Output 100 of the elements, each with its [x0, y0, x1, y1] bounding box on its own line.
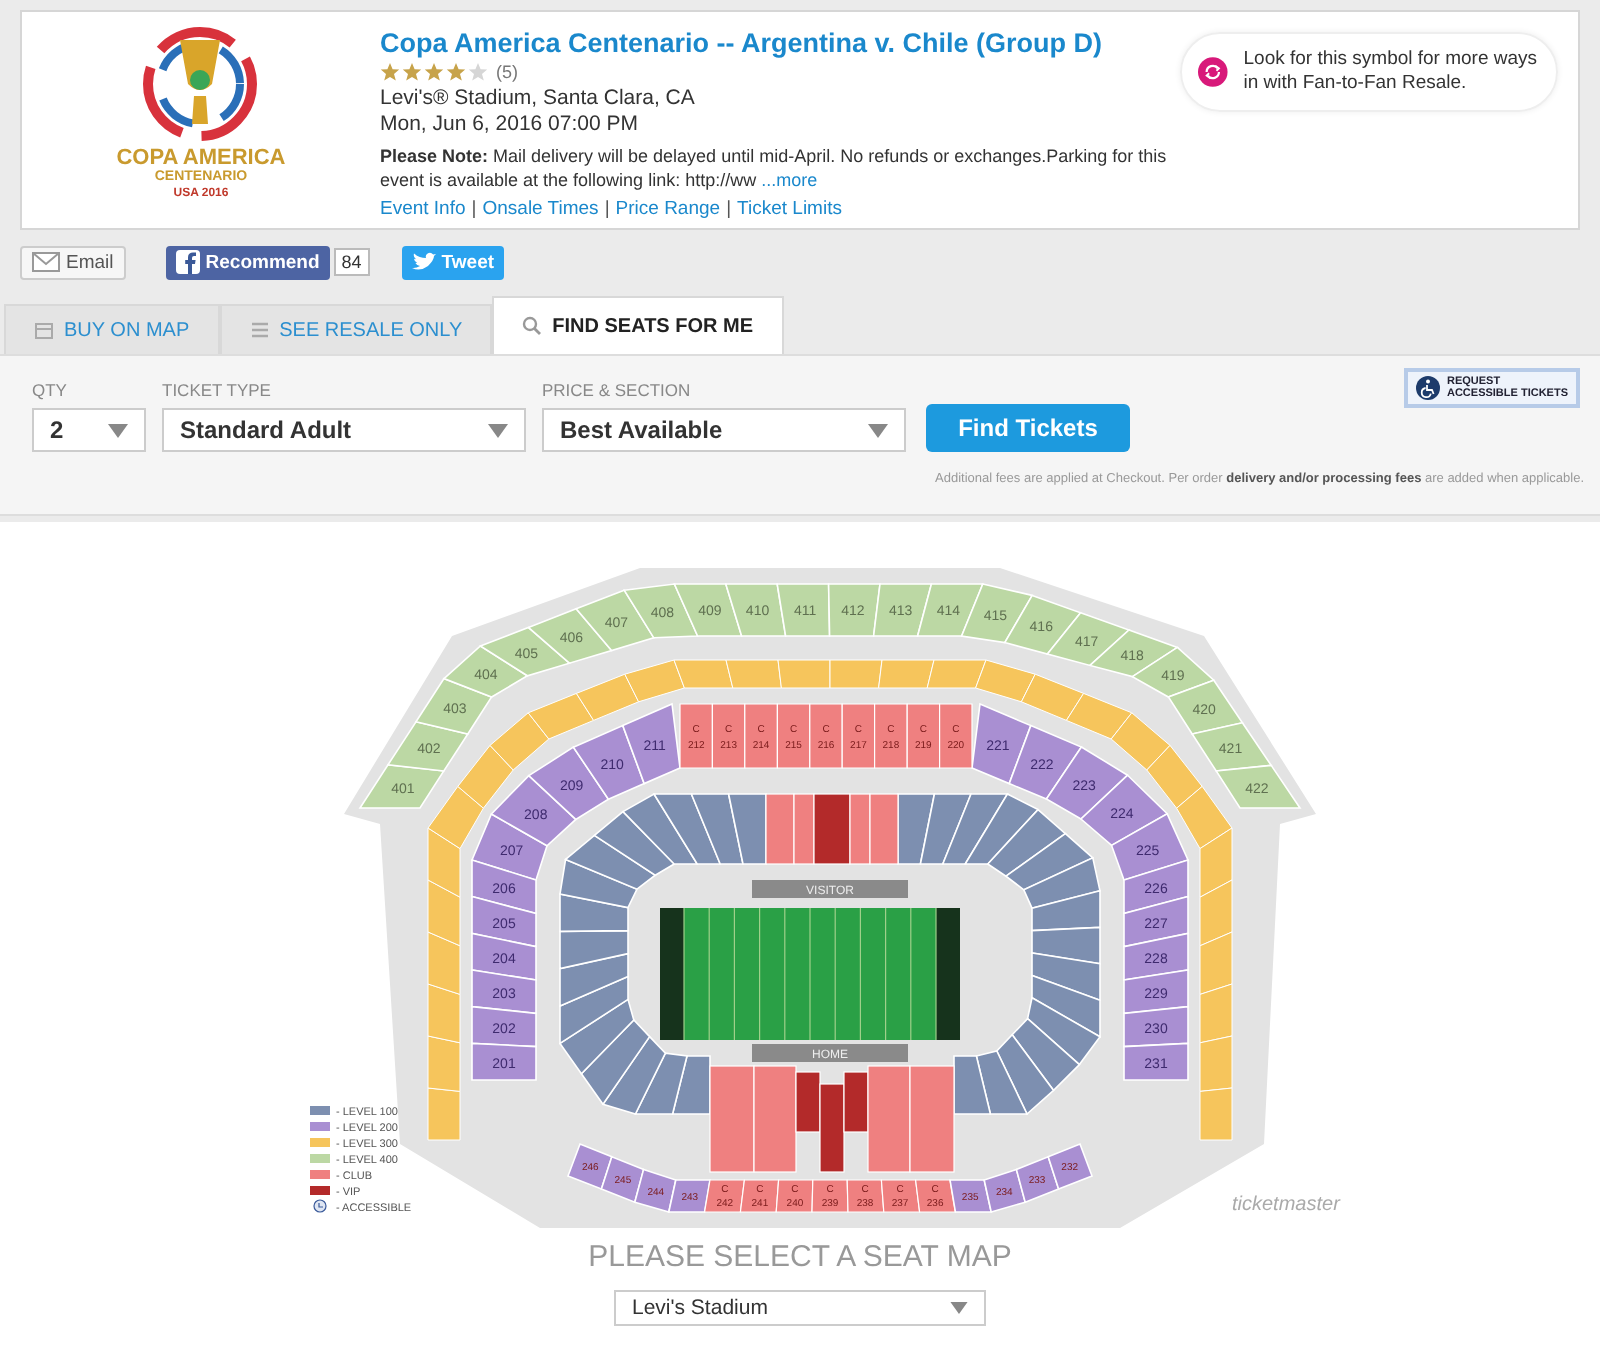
- seat-section[interactable]: [593, 810, 676, 877]
- seat-section[interactable]: [564, 834, 657, 891]
- resale-tip-text: Look for this symbol for more ways in with Fan-to-Fan Resale.: [1243, 48, 1540, 96]
- note-text: Please Note: Mail delivery will be delayed until mid-April. No refunds or exchanges.Parking for this event is available at the following link: http://ww ...more: [379, 146, 1169, 192]
- email-button[interactable]: Email: [20, 245, 126, 279]
- seat-section[interactable]: [906, 703, 941, 769]
- event-link[interactable]: Event Info: [379, 198, 466, 220]
- search-icon: [522, 316, 543, 336]
- seat-section[interactable]: [880, 1179, 921, 1213]
- seat-section[interactable]: [1031, 974, 1101, 1039]
- seat-section[interactable]: [633, 1168, 677, 1213]
- seat-section[interactable]: [1110, 812, 1190, 881]
- seat-section[interactable]: [559, 858, 639, 909]
- field-label: PRICE & SECTION: [542, 380, 693, 400]
- star-icon: [379, 62, 400, 82]
- seat-section[interactable]: [941, 793, 1009, 865]
- seat-section[interactable]: [846, 1179, 885, 1213]
- seat-section[interactable]: [690, 793, 744, 865]
- seat-section[interactable]: [652, 793, 722, 865]
- field-label: TICKET TYPE: [162, 380, 273, 400]
- tab[interactable]: BUY ON MAP: [4, 304, 220, 354]
- seat-section[interactable]: [986, 808, 1067, 878]
- link-separator: |: [604, 198, 610, 220]
- seat-section[interactable]: [1004, 832, 1095, 891]
- seat-section[interactable]: [634, 1052, 688, 1115]
- rating-count: (5): [495, 62, 518, 82]
- link-separator: |: [726, 198, 732, 220]
- event-link[interactable]: Ticket Limits: [737, 198, 842, 220]
- recommend-count: 84: [333, 248, 370, 276]
- seat-section[interactable]: [1031, 952, 1101, 1002]
- wheelchair-icon: [1416, 376, 1441, 400]
- seat-section[interactable]: [971, 702, 1032, 785]
- seat-section[interactable]: [471, 895, 537, 948]
- caret-icon: [950, 1302, 968, 1314]
- seat-section[interactable]: [919, 793, 973, 865]
- seat-section[interactable]: [744, 703, 778, 769]
- seat-section[interactable]: [963, 792, 1040, 865]
- field-label: QTY: [32, 380, 69, 400]
- seat-section[interactable]: [811, 1179, 849, 1213]
- event-link[interactable]: Price Range: [615, 198, 721, 220]
- seat-section[interactable]: [1015, 1155, 1060, 1204]
- seat-section[interactable]: [1011, 1017, 1081, 1092]
- seat-section[interactable]: [711, 703, 746, 769]
- seat-section[interactable]: [727, 793, 767, 865]
- tab[interactable]: FIND SEATS FOR ME: [492, 296, 784, 354]
- seat-section[interactable]: [739, 1179, 780, 1213]
- caret-icon: [868, 423, 888, 437]
- seat-section[interactable]: [874, 703, 908, 769]
- seat-section[interactable]: [621, 792, 699, 865]
- seat-section[interactable]: [1123, 858, 1189, 915]
- seat-section[interactable]: [809, 703, 843, 769]
- dropdown[interactable]: Best Available: [542, 408, 906, 452]
- dropdown[interactable]: Standard Adult: [162, 408, 526, 452]
- seat-section[interactable]: [566, 1142, 613, 1191]
- dropdown[interactable]: 2: [32, 408, 146, 452]
- star-icon: [423, 62, 444, 82]
- seat-section[interactable]: [775, 1179, 814, 1213]
- event-title[interactable]: Copa America Centenario -- Argentina v. Chile (Group D): [379, 28, 1103, 58]
- seat-section[interactable]: [580, 1018, 651, 1106]
- seat-section[interactable]: [1123, 969, 1189, 1015]
- seat-section[interactable]: [975, 1050, 1029, 1115]
- seat-section[interactable]: [1123, 1042, 1189, 1081]
- event-link[interactable]: Onsale Times: [482, 198, 599, 220]
- tweet-button[interactable]: Tweet: [401, 245, 505, 279]
- seat-section[interactable]: [559, 975, 629, 1045]
- logo-text: COPA AMERICA: [116, 148, 286, 170]
- seat-section[interactable]: [1026, 996, 1102, 1066]
- trophy-emblem-icon: [140, 24, 261, 144]
- seat-section[interactable]: [471, 969, 537, 1015]
- seat-map-dropdown[interactable]: Levi's Stadium: [614, 1290, 986, 1326]
- seat-section[interactable]: [939, 703, 973, 769]
- seat-section[interactable]: [601, 1035, 667, 1115]
- seat-section[interactable]: [679, 703, 713, 769]
- seat-section[interactable]: [1031, 926, 1101, 965]
- seat-section[interactable]: [558, 998, 635, 1076]
- seat-section[interactable]: [819, 1083, 845, 1173]
- seat-section[interactable]: [559, 952, 629, 1008]
- seat-section[interactable]: [1123, 932, 1189, 981]
- recommend-button[interactable]: Recommend: [165, 245, 330, 279]
- find-tickets-button[interactable]: Find Tickets: [926, 404, 1130, 452]
- seat-section[interactable]: [1022, 856, 1101, 910]
- tab[interactable]: SEE RESALE ONLY: [219, 304, 493, 354]
- seat-section[interactable]: [843, 1071, 869, 1133]
- seat-section[interactable]: [813, 793, 851, 865]
- link-separator: |: [471, 198, 477, 220]
- seat-section[interactable]: [841, 703, 876, 769]
- seat-section[interactable]: [1031, 889, 1101, 932]
- seat-section[interactable]: [795, 1071, 821, 1133]
- seat-section[interactable]: [1047, 1142, 1094, 1191]
- seat-section[interactable]: [559, 893, 629, 933]
- seat-section[interactable]: [559, 929, 629, 970]
- seat-section[interactable]: [621, 702, 681, 785]
- seat-section[interactable]: [1123, 895, 1189, 948]
- brand-logo: ticketmaster: [1232, 1194, 1340, 1216]
- seat-section[interactable]: [776, 703, 811, 769]
- seat-section[interactable]: [471, 1042, 537, 1081]
- more-link[interactable]: ...more: [761, 169, 818, 189]
- star-icon: [467, 62, 488, 82]
- caret-icon: [488, 423, 508, 437]
- seat-section[interactable]: [471, 932, 537, 981]
